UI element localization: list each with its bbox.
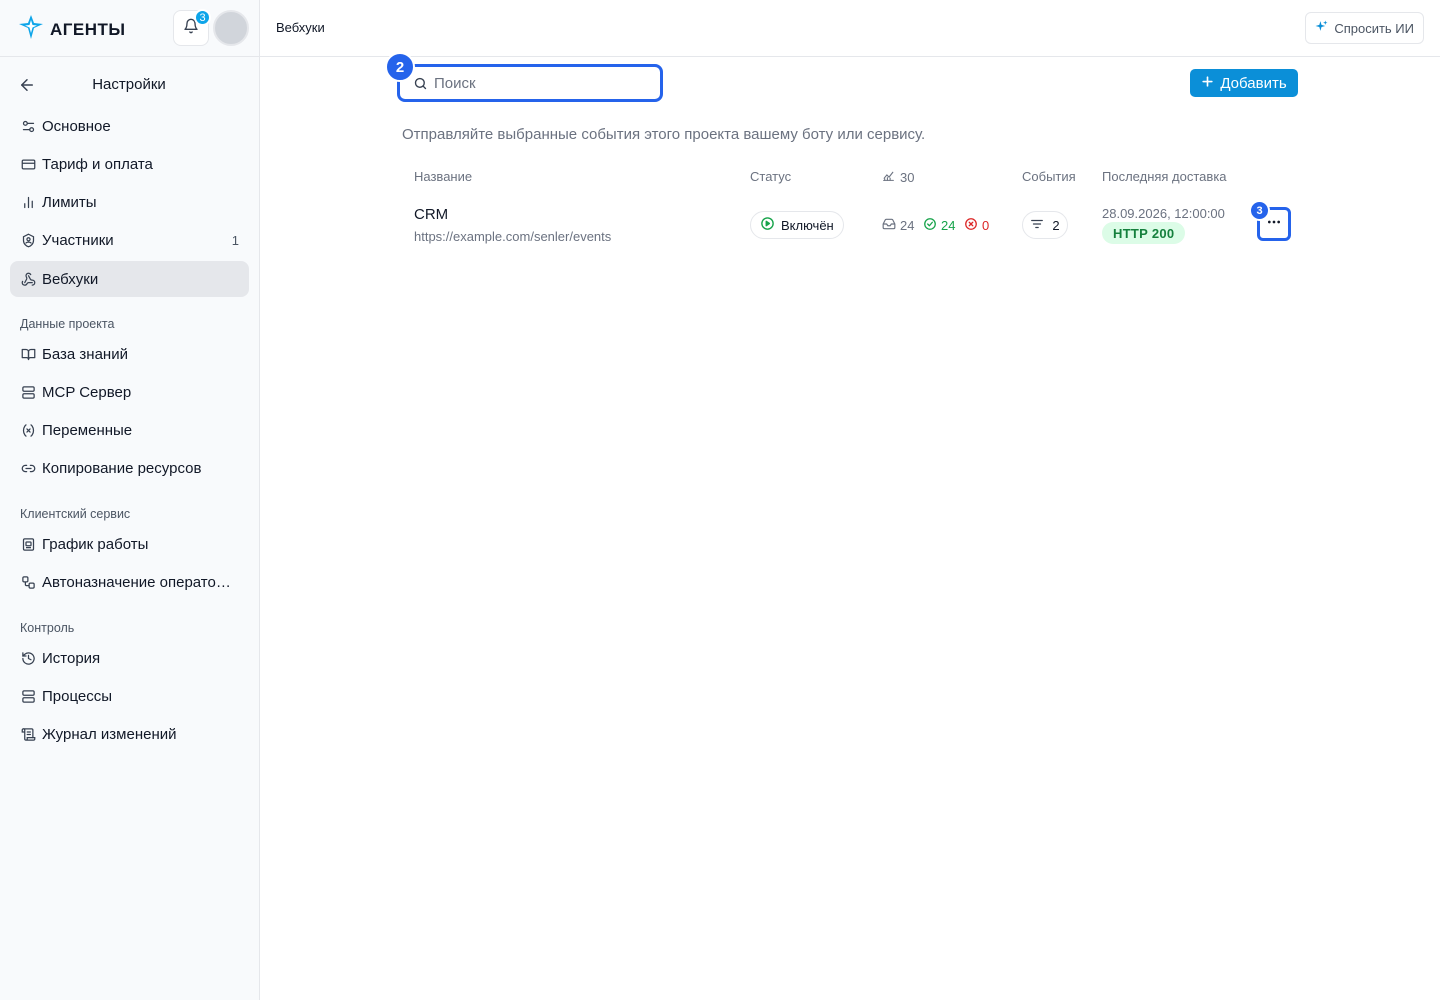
- link-icon: [20, 460, 36, 476]
- sidebar-item-label: Процессы: [42, 687, 113, 705]
- calendar-icon: [20, 536, 36, 552]
- history-icon: [20, 650, 36, 666]
- add-webhook-button[interactable]: Добавить: [1190, 69, 1298, 97]
- workflow-icon: [20, 574, 36, 590]
- members-count: 1: [231, 232, 239, 248]
- step-badge-actions: 3: [1249, 200, 1270, 221]
- last-delivery-time: 28.09.2026, 12:00:00: [1102, 206, 1225, 221]
- sidebar-header: АГЕНТЫ 3: [0, 0, 259, 57]
- variable-icon: [20, 422, 36, 438]
- section-label-client-service: Клиентский сервис: [20, 507, 131, 521]
- bar-chart-icon: [20, 194, 36, 210]
- server-icon: [20, 688, 36, 704]
- failed-count: 0: [964, 217, 989, 234]
- sidebar-item-label: Участники: [42, 231, 114, 249]
- column-header-activity: 30: [882, 169, 914, 185]
- sidebar-item-label: База знаний: [42, 345, 128, 363]
- avatar[interactable]: [213, 10, 249, 46]
- x-circle-icon: [964, 217, 978, 234]
- received-value: 24: [900, 218, 915, 233]
- top-bar: Вебхуки Спросить ИИ: [260, 0, 1440, 57]
- add-button-label: Добавить: [1220, 74, 1287, 92]
- sidebar-item-label: Автоназначение операторов: [42, 573, 237, 591]
- webhook-icon: [20, 271, 36, 287]
- section-label-control: Контроль: [20, 621, 75, 635]
- inbox-icon: [882, 217, 896, 234]
- sidebar-item-changelog[interactable]: Журнал изменений: [10, 716, 249, 752]
- status-label: Включён: [781, 217, 834, 233]
- sidebar-item-label: Журнал изменений: [42, 725, 177, 743]
- activity-icon: [882, 169, 895, 185]
- status-toggle[interactable]: Включён: [750, 211, 844, 239]
- step-badge-search: 2: [385, 52, 415, 82]
- activity-days-label: 30: [900, 169, 915, 185]
- failed-value: 0: [982, 218, 990, 233]
- sidebar-title: Настройки: [92, 76, 166, 93]
- webhook-url: https://example.com/senler/events: [414, 229, 612, 244]
- filter-icon: [1030, 217, 1044, 234]
- sidebar-item-label: Копирование ресурсов: [42, 459, 202, 477]
- more-horizontal-icon: [1266, 214, 1282, 235]
- plus-icon: [1201, 75, 1214, 92]
- events-count: 2: [1052, 217, 1060, 233]
- sidebar-item-processes[interactable]: Процессы: [10, 678, 249, 714]
- sidebar-item-knowledge-base[interactable]: База знаний: [10, 336, 249, 372]
- sidebar-item-label: Вебхуки: [42, 270, 99, 288]
- sidebar-item-variables[interactable]: Переменные: [10, 412, 249, 448]
- breadcrumb: Вебхуки: [276, 20, 325, 35]
- sidebar-item-label: MCP Сервер: [42, 383, 132, 401]
- sliders-icon: [20, 118, 36, 134]
- server-icon: [20, 384, 36, 400]
- column-header-status: Статус: [750, 169, 792, 184]
- users-icon: [20, 232, 36, 248]
- ask-ai-button[interactable]: Спросить ИИ: [1305, 12, 1424, 44]
- sidebar-item-billing[interactable]: Тариф и оплата: [10, 146, 249, 182]
- credit-card-icon: [20, 156, 36, 172]
- sidebar-item-label: Лимиты: [42, 193, 97, 211]
- search-input[interactable]: [434, 72, 654, 94]
- sidebar-item-auto-assign[interactable]: Автоназначение операторов: [10, 564, 249, 600]
- webhook-name[interactable]: CRM: [414, 206, 448, 223]
- search-box[interactable]: [397, 64, 663, 102]
- notification-count-badge: 3: [194, 9, 211, 26]
- ask-ai-label: Спросить ИИ: [1334, 20, 1414, 36]
- sidebar: АГЕНТЫ 3 Настройки Основное Тариф и опла…: [0, 0, 260, 1000]
- column-header-last-delivery: Последняя доставка: [1102, 169, 1227, 184]
- play-circle-icon: [760, 216, 775, 234]
- sidebar-item-label: Переменные: [42, 421, 133, 439]
- sidebar-item-limits[interactable]: Лимиты: [10, 184, 249, 220]
- received-count: 24: [882, 217, 914, 234]
- scroll-icon: [20, 726, 36, 742]
- sidebar-item-label: Основное: [42, 117, 111, 135]
- check-circle-icon: [923, 217, 937, 234]
- sidebar-item-schedule[interactable]: График работы: [10, 526, 249, 562]
- column-header-events: События: [1022, 169, 1076, 184]
- sidebar-item-label: Тариф и оплата: [42, 155, 153, 173]
- search-icon: [413, 76, 428, 96]
- sidebar-item-mcp-server[interactable]: MCP Сервер: [10, 374, 249, 410]
- events-filter-button[interactable]: 2: [1022, 211, 1068, 239]
- sidebar-item-label: История: [42, 649, 101, 667]
- sidebar-item-webhooks[interactable]: Вебхуки: [10, 261, 249, 297]
- book-icon: [20, 346, 36, 362]
- logo-icon: [18, 14, 44, 45]
- page-description: Отправляйте выбранные события этого прое…: [402, 126, 926, 143]
- success-value: 24: [941, 218, 956, 233]
- section-label-project-data: Данные проекта: [20, 317, 115, 331]
- sidebar-item-basic[interactable]: Основное: [10, 108, 249, 144]
- sidebar-item-copy-resources[interactable]: Копирование ресурсов: [10, 450, 249, 486]
- success-count: 24: [923, 217, 955, 234]
- column-header-name: Название: [414, 169, 473, 184]
- app-logo[interactable]: АГЕНТЫ: [18, 14, 126, 45]
- sidebar-title-row: Настройки: [0, 68, 260, 102]
- sidebar-item-members[interactable]: Участники 1: [10, 222, 249, 258]
- http-status-badge: HTTP 200: [1102, 222, 1186, 244]
- sidebar-item-history[interactable]: История: [10, 640, 249, 676]
- logo-text: АГЕНТЫ: [50, 19, 126, 39]
- sparkle-icon: [1315, 20, 1328, 36]
- sidebar-item-label: График работы: [42, 535, 149, 553]
